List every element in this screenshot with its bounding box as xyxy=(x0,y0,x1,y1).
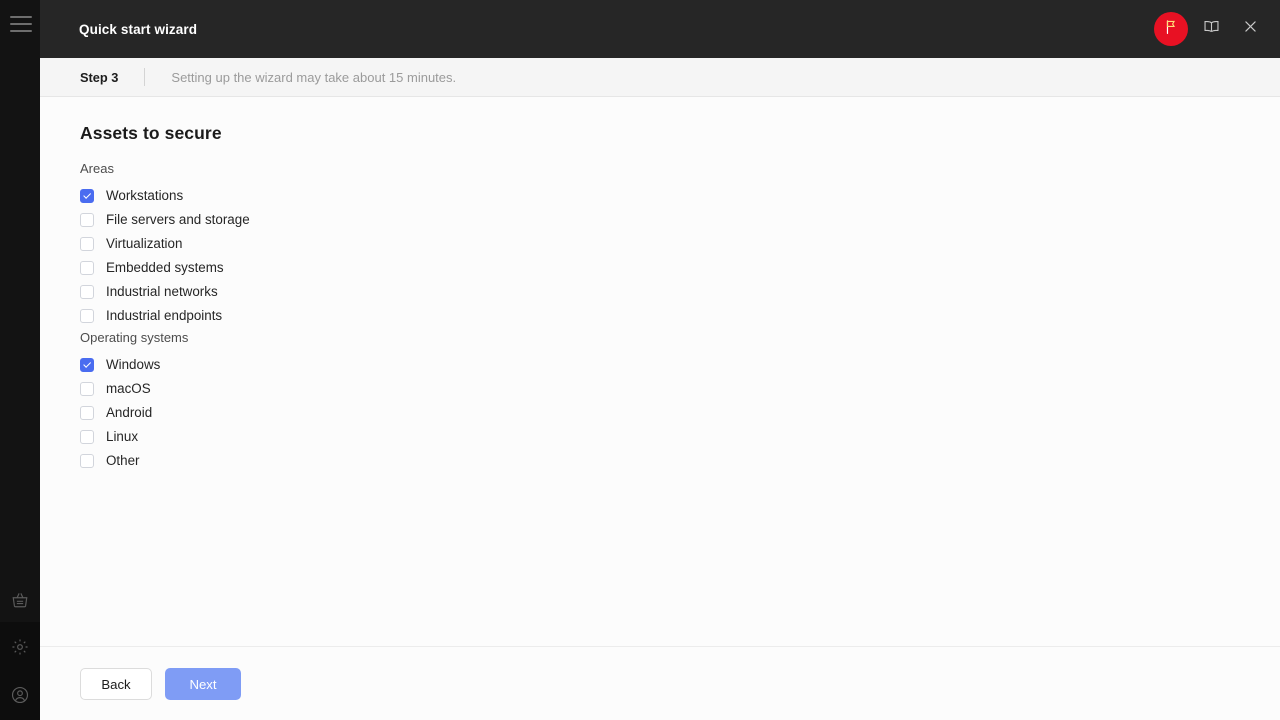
checkbox-row[interactable]: Windows xyxy=(80,353,188,377)
checkbox-row[interactable]: Embedded systems xyxy=(80,256,250,280)
back-button[interactable]: Back xyxy=(80,668,152,700)
checkbox-label: Embedded systems xyxy=(106,260,224,275)
checkbox-unchecked-icon[interactable] xyxy=(80,285,94,299)
left-rail xyxy=(0,0,40,720)
next-button[interactable]: Next xyxy=(165,668,241,700)
checkbox-label: Workstations xyxy=(106,188,184,203)
checkbox-label: Android xyxy=(106,405,153,420)
book-icon xyxy=(1203,18,1220,40)
checkbox-checked-icon[interactable] xyxy=(80,189,94,203)
checkbox-row[interactable]: Industrial networks xyxy=(80,280,250,304)
gear-icon xyxy=(11,638,29,656)
group-operating-systems: Operating systems Windows macOS Android Lin… xyxy=(80,330,188,473)
checkbox-row[interactable]: Android xyxy=(80,401,188,425)
checkbox-unchecked-icon[interactable] xyxy=(80,213,94,227)
step-number: Step 3 xyxy=(80,69,119,85)
title-bar-actions xyxy=(1154,0,1280,58)
checkbox-unchecked-icon[interactable] xyxy=(80,309,94,323)
user-icon xyxy=(11,686,29,704)
checkbox-unchecked-icon[interactable] xyxy=(80,430,94,444)
title-bar: Quick start wizard xyxy=(40,0,1280,58)
checkbox-label: Other xyxy=(106,453,140,468)
checkbox-row[interactable]: macOS xyxy=(80,377,188,401)
hamburger-line xyxy=(10,23,32,25)
checkbox-row[interactable]: Virtualization xyxy=(80,232,250,256)
wizard-window: Quick start wizard Step 3 Setting up the… xyxy=(0,0,1280,720)
basket-icon xyxy=(11,591,29,609)
flag-icon xyxy=(1163,19,1179,40)
footer-bar: Back Next xyxy=(40,648,1280,720)
rail-item-basket[interactable] xyxy=(0,580,40,620)
checkbox-unchecked-icon[interactable] xyxy=(80,382,94,396)
checkbox-row[interactable]: Industrial endpoints xyxy=(80,304,250,328)
main-content: Assets to secure Areas Workstations File … xyxy=(40,98,1280,647)
checkbox-unchecked-icon[interactable] xyxy=(80,454,94,468)
checkbox-unchecked-icon[interactable] xyxy=(80,261,94,275)
checkbox-row[interactable]: Workstations xyxy=(80,184,250,208)
close-button[interactable] xyxy=(1234,13,1266,45)
step-divider xyxy=(144,68,146,86)
checkbox-checked-icon[interactable] xyxy=(80,358,94,372)
group-label: Areas xyxy=(80,161,114,176)
flag-badge-button[interactable] xyxy=(1154,12,1188,46)
left-rail-upper-section xyxy=(0,0,40,622)
hamburger-line xyxy=(10,30,32,32)
help-book-button[interactable] xyxy=(1195,13,1227,45)
checkbox-label: Industrial endpoints xyxy=(106,308,223,323)
step-bar: Step 3 Setting up the wizard may take ab… xyxy=(40,58,1280,97)
checkbox-label: Industrial networks xyxy=(106,284,218,299)
hamburger-menu-icon[interactable] xyxy=(10,16,32,32)
checkbox-label: macOS xyxy=(106,381,151,396)
checkbox-list-operating-systems: Windows macOS Android Linux Other xyxy=(80,353,188,473)
hamburger-line xyxy=(10,16,32,18)
checkbox-label: File servers and storage xyxy=(106,212,250,227)
checkbox-row[interactable]: File servers and storage xyxy=(80,208,250,232)
rail-item-settings[interactable] xyxy=(0,627,40,667)
page-title: Assets to secure xyxy=(80,123,222,143)
checkbox-list-areas: Workstations File servers and storage Virt… xyxy=(80,184,250,328)
checkbox-label: Linux xyxy=(106,429,139,444)
rail-item-account[interactable] xyxy=(0,675,40,715)
group-areas: Areas Workstations File servers and stora… xyxy=(80,161,250,328)
close-icon xyxy=(1242,18,1259,40)
checkbox-row[interactable]: Linux xyxy=(80,425,188,449)
checkbox-unchecked-icon[interactable] xyxy=(80,406,94,420)
step-hint-text: Setting up the wizard may take about 15 … xyxy=(171,69,457,85)
checkbox-label: Windows xyxy=(106,357,161,372)
window-title: Quick start wizard xyxy=(79,21,198,37)
group-label: Operating systems xyxy=(80,330,189,345)
checkbox-label: Virtualization xyxy=(106,236,183,251)
checkbox-unchecked-icon[interactable] xyxy=(80,237,94,251)
checkbox-row[interactable]: Other xyxy=(80,449,188,473)
